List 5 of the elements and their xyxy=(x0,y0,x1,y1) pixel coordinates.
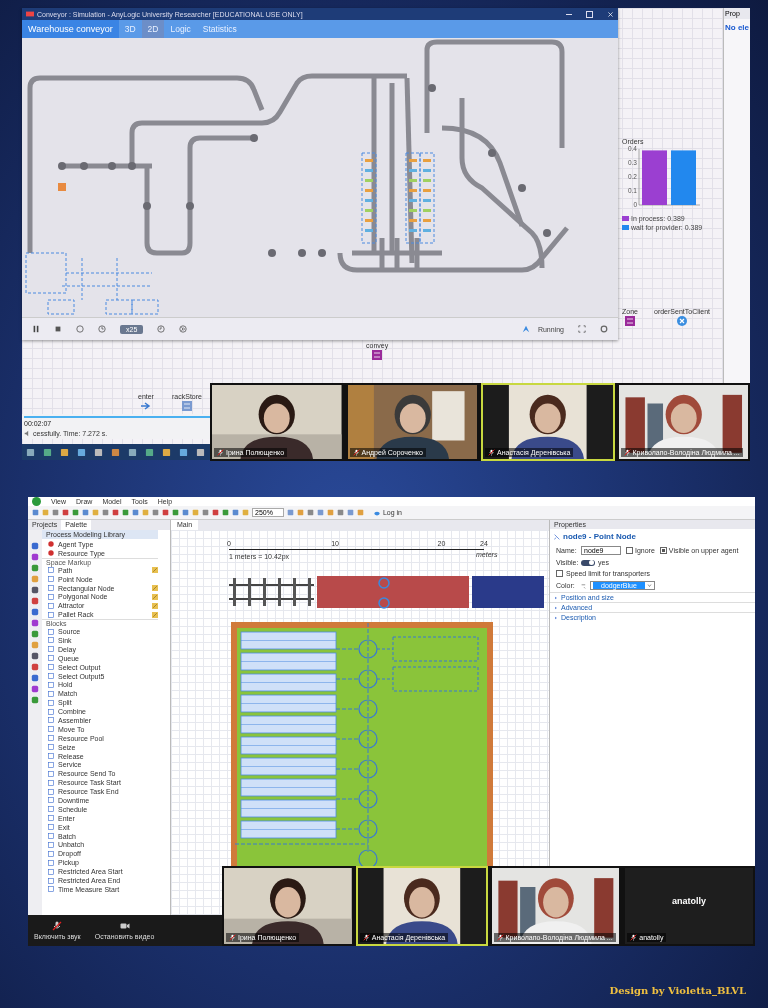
model-title: Warehouse conveyor xyxy=(22,20,119,38)
properties-heading: node9 - Point Node xyxy=(563,532,636,541)
participant-name: anatolly xyxy=(671,896,708,906)
properties-message: No ele xyxy=(724,22,750,34)
credit-text: Design by Violetta_BLVL xyxy=(609,985,746,996)
